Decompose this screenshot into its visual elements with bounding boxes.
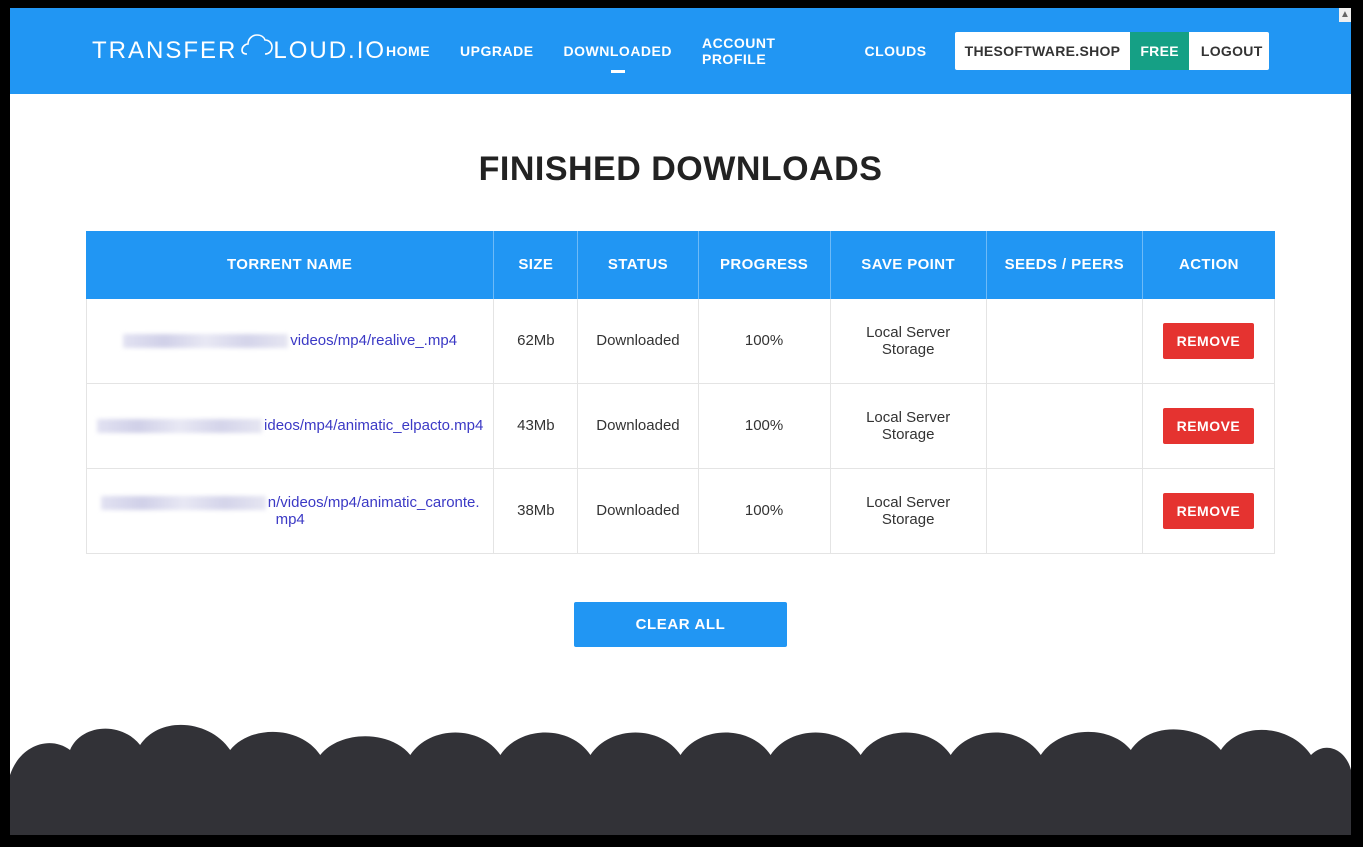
cell-action: REMOVE [1143,384,1275,469]
th-action: ACTION [1143,231,1275,299]
cell-size: 38Mb [494,469,578,554]
table-row: ideos/mp4/animatic_elpacto.mp4 43Mb Down… [86,384,1275,469]
cell-savepoint: Local Server Storage [831,299,987,384]
cell-progress: 100% [699,299,831,384]
nav-account-profile[interactable]: ACCOUNT PROFILE [702,29,835,73]
redacted-prefix [97,419,262,433]
cell-progress: 100% [699,384,831,469]
logo-text-part1: TRANSFER [92,36,237,63]
cloud-icon [235,34,275,69]
logo-text-part2: LOUD.IO [273,36,386,63]
cell-seeds-peers [987,469,1143,554]
cell-action: REMOVE [1143,299,1275,384]
logout-link[interactable]: LOGOUT [1189,43,1269,59]
torrent-link[interactable]: n/videos/mp4/animatic_caronte.mp4 [268,494,480,528]
cell-seeds-peers [987,299,1143,384]
clear-all-button[interactable]: CLEAR ALL [574,602,788,647]
scroll-up-arrow[interactable]: ▲ [1339,8,1351,22]
th-torrent-name: TORRENT NAME [86,231,494,299]
downloads-table: TORRENT NAME SIZE STATUS PROGRESS SAVE P… [86,231,1275,554]
table-row: videos/mp4/realive_.mp4 62Mb Downloaded … [86,299,1275,384]
cell-status: Downloaded [578,384,698,469]
th-savepoint: SAVE POINT [831,231,987,299]
cell-savepoint: Local Server Storage [831,384,987,469]
table-row: n/videos/mp4/animatic_caronte.mp4 38Mb D… [86,469,1275,554]
cell-torrent-name: n/videos/mp4/animatic_caronte.mp4 [86,469,494,554]
th-size: SIZE [494,231,578,299]
nav-home[interactable]: HOME [386,37,430,65]
cell-status: Downloaded [578,469,698,554]
th-status: STATUS [578,231,698,299]
cloud-footer-decoration [10,695,1351,835]
cell-torrent-name: ideos/mp4/animatic_elpacto.mp4 [86,384,494,469]
main-nav: HOME UPGRADE DOWNLOADED ACCOUNT PROFILE … [386,29,927,73]
cell-savepoint: Local Server Storage [831,469,987,554]
th-seeds-peers: SEEDS / PEERS [987,231,1143,299]
th-progress: PROGRESS [699,231,831,299]
torrent-link[interactable]: ideos/mp4/animatic_elpacto.mp4 [264,417,483,434]
nav-downloaded[interactable]: DOWNLOADED [564,37,672,65]
remove-button[interactable]: REMOVE [1163,493,1255,529]
cell-action: REMOVE [1143,469,1275,554]
plan-badge: FREE [1130,32,1189,70]
account-box: THESOFTWARE.SHOP FREE LOGOUT [955,32,1269,70]
logo[interactable]: TRANSFER LOUD.IO [92,34,386,69]
remove-button[interactable]: REMOVE [1163,408,1255,444]
nav-clouds[interactable]: CLOUDS [865,37,927,65]
cell-size: 43Mb [494,384,578,469]
remove-button[interactable]: REMOVE [1163,323,1255,359]
redacted-prefix [101,496,266,510]
page-title: FINISHED DOWNLOADS [10,150,1351,189]
cell-torrent-name: videos/mp4/realive_.mp4 [86,299,494,384]
account-name: THESOFTWARE.SHOP [955,43,1131,59]
redacted-prefix [123,334,288,348]
cell-size: 62Mb [494,299,578,384]
cell-progress: 100% [699,469,831,554]
torrent-link[interactable]: videos/mp4/realive_.mp4 [290,332,457,349]
header: TRANSFER LOUD.IO HOME UPGRADE DOWNLOADED … [10,8,1351,94]
cell-status: Downloaded [578,299,698,384]
nav-upgrade[interactable]: UPGRADE [460,37,534,65]
cell-seeds-peers [987,384,1143,469]
